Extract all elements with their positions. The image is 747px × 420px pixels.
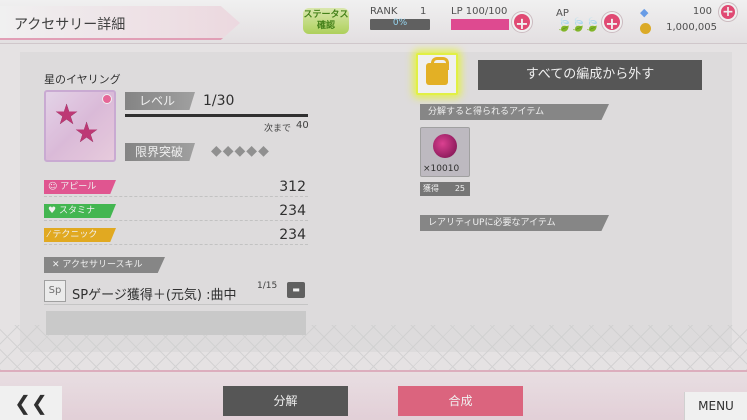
screen-title-tab: アクセサリー詳細: [0, 6, 240, 40]
stat-value-technique: 234: [279, 227, 306, 243]
lock-icon: [426, 57, 449, 85]
ap-recover-button[interactable]: +: [602, 12, 622, 33]
skill-name: SPゲージ獲得＋(元気) :曲中: [72, 288, 237, 303]
disassemble-button[interactable]: 分解: [223, 386, 348, 416]
star-earring-icon-2: ★: [74, 116, 100, 149]
status-check-button[interactable]: ステータス確認: [303, 8, 349, 34]
owned-value: 25: [454, 184, 465, 193]
gold-value: 1,000,005: [666, 22, 717, 33]
skill-icon: Sp: [44, 280, 66, 302]
disassemble-item-qty: ×10010: [423, 164, 460, 174]
limit-break-diamonds: ◆◆◆◆◆: [211, 143, 270, 159]
rarity-up-items-label: レアリティUPに必要なアイテム: [420, 215, 609, 231]
item-owned-row: 獲得 25: [420, 182, 470, 196]
gem-icon: ◆: [640, 6, 649, 19]
skill-description-box: [46, 311, 306, 335]
gold-coin-icon: [640, 23, 651, 34]
rank-label: RANK: [370, 6, 398, 17]
rank-progress-text: 0%: [392, 18, 408, 28]
stat-value-stamina: 234: [279, 203, 306, 219]
level-value: 1/30: [203, 93, 235, 109]
combine-button[interactable]: 合成: [398, 386, 523, 416]
skill-section-label: ✕ アクセサリースキル: [44, 257, 165, 273]
rarity-badge-icon: [102, 94, 112, 104]
gem-value: 100: [692, 6, 712, 17]
accessory-thumbnail[interactable]: ★ ★: [44, 90, 116, 162]
stat-label-appeal: ☺ アピール: [44, 180, 116, 194]
skill-detail-button[interactable]: ▬: [287, 282, 305, 298]
level-label: レベル: [125, 92, 195, 110]
level-progress-bar: [125, 114, 308, 117]
disassemble-items-label: 分解すると得られるアイテム: [420, 104, 609, 120]
accessory-name: 星のイヤリング: [44, 73, 121, 86]
back-button[interactable]: ❮❮: [0, 386, 62, 420]
skill-divider: [44, 304, 308, 305]
rank-progress-bar: 0%: [370, 18, 430, 30]
owned-label: 獲得: [423, 184, 439, 193]
next-level-value: 40: [296, 120, 309, 131]
next-level-label: 次まで: [264, 124, 292, 134]
lp-recover-button[interactable]: +: [512, 12, 532, 33]
lp-bar: [451, 19, 509, 30]
remove-from-all-formations-button[interactable]: すべての編成から外す: [478, 60, 702, 90]
menu-button[interactable]: MENU: [684, 392, 747, 420]
stat-label-stamina: ♥ スタミナ: [44, 204, 116, 218]
screen-title: アクセサリー詳細: [14, 17, 126, 33]
disassemble-item[interactable]: ×10010: [420, 127, 470, 177]
pink-orb-icon: [433, 134, 457, 158]
stat-value-appeal: 312: [279, 179, 306, 195]
stat-row-appeal: ☺ アピール 312: [44, 177, 308, 197]
gem-buy-button[interactable]: +: [719, 3, 737, 21]
stat-row-stamina: ♥ スタミナ 234: [44, 201, 308, 221]
limit-break-label: 限界突破: [125, 143, 195, 161]
rank-value: 1: [420, 6, 427, 17]
lp-label: LP 100/100: [451, 6, 508, 17]
skill-level-count: 1/15: [257, 281, 278, 291]
bottom-bar: [0, 370, 747, 420]
lock-button[interactable]: [416, 53, 458, 95]
stat-row-technique: ⁄ テクニック 234: [44, 225, 308, 245]
ap-leaf-icons: 🍃🍃🍃: [556, 18, 601, 33]
stat-label-technique: ⁄ テクニック: [44, 228, 116, 242]
